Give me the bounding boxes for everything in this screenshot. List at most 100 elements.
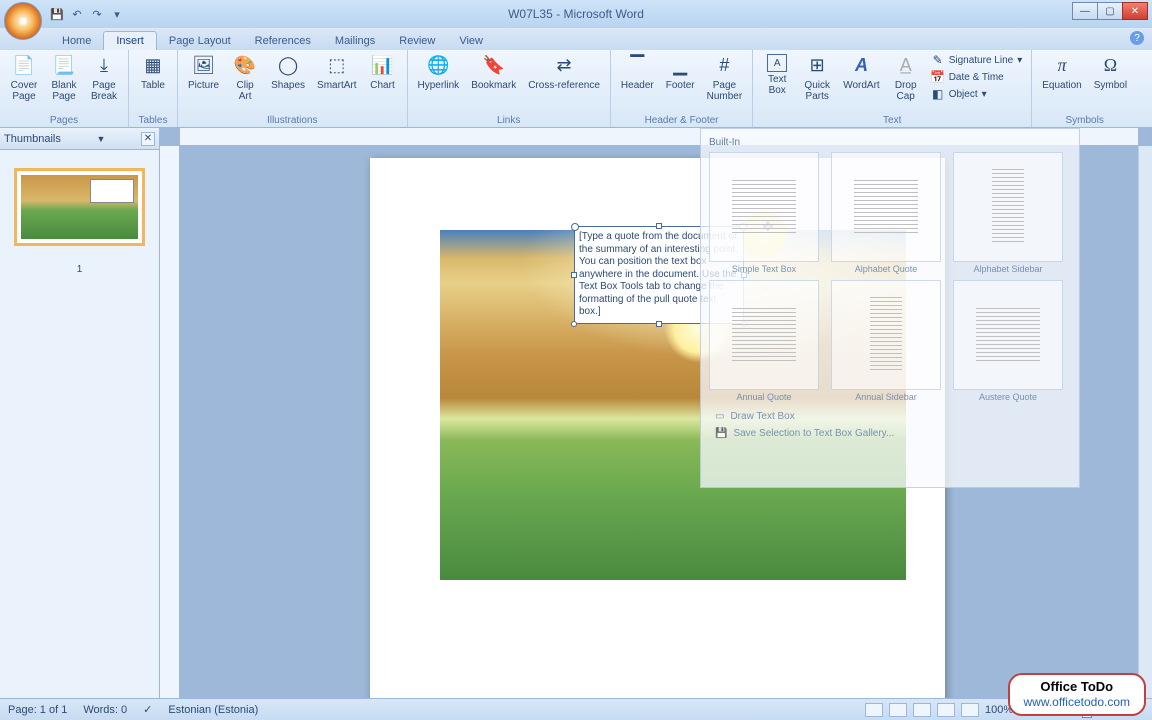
gallery-item-austere-quote[interactable]: Austere Quote xyxy=(953,280,1063,402)
chevron-down-icon: ▾ xyxy=(1017,55,1022,66)
chart-button[interactable]: 📊Chart xyxy=(365,52,401,93)
wordart-button[interactable]: AWordArt xyxy=(839,52,884,93)
gallery-item-annual-quote[interactable]: Annual Quote xyxy=(709,280,819,402)
symbol-button[interactable]: ΩSymbol xyxy=(1090,52,1131,93)
tables-group-label: Tables xyxy=(135,114,171,127)
calendar-icon: 📅 xyxy=(931,70,945,84)
hyperlink-label: Hyperlink xyxy=(418,80,460,91)
tab-mailings[interactable]: Mailings xyxy=(323,32,387,50)
gallery-caption: Alphabet Quote xyxy=(831,264,941,274)
office-button[interactable]: ⊞ xyxy=(4,2,42,40)
draft-view-button[interactable] xyxy=(961,703,979,717)
bookmark-button[interactable]: 🔖Bookmark xyxy=(467,52,520,93)
chevron-down-icon[interactable]: ▼ xyxy=(96,134,105,144)
pagenumber-button[interactable]: #Page Number xyxy=(703,52,747,104)
tab-references[interactable]: References xyxy=(243,32,323,50)
fullscreen-view-button[interactable] xyxy=(889,703,907,717)
thumbnail-page-1[interactable] xyxy=(14,168,145,246)
object-icon: ◧ xyxy=(931,87,945,101)
tab-insert[interactable]: Insert xyxy=(103,31,157,50)
thumbnail-page-number: 1 xyxy=(0,264,159,275)
print-layout-view-button[interactable] xyxy=(865,703,883,717)
datetime-button[interactable]: 📅 Date & Time xyxy=(928,69,1026,85)
save-icon[interactable]: 💾 xyxy=(50,7,64,21)
resize-handle[interactable] xyxy=(656,321,662,327)
signature-line-label: Signature Line xyxy=(949,55,1014,66)
thumbnail-image xyxy=(21,175,138,239)
vertical-ruler[interactable] xyxy=(160,146,180,698)
gallery-item-simple[interactable]: Simple Text Box xyxy=(709,152,819,274)
shapes-button[interactable]: ◯Shapes xyxy=(267,52,309,93)
signature-icon: ✎ xyxy=(931,53,945,67)
gallery-caption: Annual Sidebar xyxy=(831,392,941,402)
web-layout-view-button[interactable] xyxy=(913,703,931,717)
help-icon[interactable]: ? xyxy=(1130,31,1144,45)
redo-icon[interactable]: ↷ xyxy=(90,7,104,21)
maximize-button[interactable]: ▢ xyxy=(1097,2,1123,20)
quickparts-button[interactable]: ⊞Quick Parts xyxy=(799,52,835,104)
pages-group-label: Pages xyxy=(6,114,122,127)
resize-handle[interactable] xyxy=(656,223,662,229)
resize-handle[interactable] xyxy=(571,272,577,278)
resize-handle[interactable] xyxy=(571,321,577,327)
page-break-button[interactable]: ⤓Page Break xyxy=(86,52,122,104)
symbol-label: Symbol xyxy=(1094,80,1127,91)
equation-label: Equation xyxy=(1042,80,1081,91)
table-label: Table xyxy=(141,80,165,91)
object-button[interactable]: ◧Object▾ xyxy=(928,86,1026,102)
status-language[interactable]: Estonian (Estonia) xyxy=(168,704,258,716)
save-selection-menuitem[interactable]: 💾Save Selection to Text Box Gallery... xyxy=(709,425,1071,442)
tab-home[interactable]: Home xyxy=(50,32,103,50)
table-button[interactable]: ▦Table xyxy=(135,52,171,93)
quickparts-label: Quick Parts xyxy=(804,80,830,102)
equation-button[interactable]: πEquation xyxy=(1038,52,1085,93)
gallery-item-annual-sidebar[interactable]: Annual Sidebar xyxy=(831,280,941,402)
proofing-icon[interactable]: ✓ xyxy=(143,703,152,716)
gallery-section-label: Built-In xyxy=(709,137,1071,148)
tab-review[interactable]: Review xyxy=(387,32,447,50)
gallery-caption: Austere Quote xyxy=(953,392,1063,402)
shapes-label: Shapes xyxy=(271,80,305,91)
textbox-button[interactable]: AText Box xyxy=(759,52,795,98)
footer-button[interactable]: ▁Footer xyxy=(662,52,699,93)
vertical-scrollbar[interactable] xyxy=(1138,146,1152,698)
cover-page-label: Cover Page xyxy=(11,80,38,102)
qat-more-icon[interactable]: ▾ xyxy=(110,7,124,21)
smartart-label: SmartArt xyxy=(317,80,356,91)
tab-page-layout[interactable]: Page Layout xyxy=(157,32,243,50)
dropcap-button[interactable]: A̲Drop Cap xyxy=(888,52,924,104)
draw-textbox-menuitem[interactable]: ▭Draw Text Box xyxy=(709,408,1071,425)
blank-page-button[interactable]: 📃Blank Page xyxy=(46,52,82,104)
gallery-item-alphabet-sidebar[interactable]: Alphabet Sidebar xyxy=(953,152,1063,274)
clipart-button[interactable]: 🎨Clip Art xyxy=(227,52,263,104)
chevron-down-icon: ▾ xyxy=(982,89,987,100)
hyperlink-button[interactable]: 🌐Hyperlink xyxy=(414,52,464,93)
smartart-button[interactable]: ⬚SmartArt xyxy=(313,52,360,93)
page-break-label: Page Break xyxy=(91,80,117,102)
crossref-button[interactable]: ⇄Cross-reference xyxy=(524,52,604,93)
undo-icon[interactable]: ↶ xyxy=(70,7,84,21)
clipart-label: Clip Art xyxy=(237,80,254,102)
gallery-caption: Simple Text Box xyxy=(709,264,819,274)
status-page[interactable]: Page: 1 of 1 xyxy=(8,704,67,716)
minimize-button[interactable]: — xyxy=(1072,2,1098,20)
cover-page-button[interactable]: 📄Cover Page xyxy=(6,52,42,104)
close-thumbnails-button[interactable]: ✕ xyxy=(141,132,155,146)
header-button[interactable]: ▔Header xyxy=(617,52,658,93)
picture-button[interactable]: 🖼Picture xyxy=(184,52,223,93)
close-button[interactable]: ✕ xyxy=(1122,2,1148,20)
window-title: W07L35 - Microsoft Word xyxy=(508,7,644,21)
signature-line-button[interactable]: ✎ Signature Line▾ xyxy=(928,52,1026,68)
branding-url[interactable]: www.officetodo.com xyxy=(1024,695,1131,709)
thumbnails-title: Thumbnails xyxy=(4,133,61,145)
datetime-label: Date & Time xyxy=(949,72,1004,83)
dropcap-label: Drop Cap xyxy=(895,80,917,102)
outline-view-button[interactable] xyxy=(937,703,955,717)
blank-page-label: Blank Page xyxy=(51,80,76,102)
status-words[interactable]: Words: 0 xyxy=(83,704,127,716)
tab-view[interactable]: View xyxy=(447,32,495,50)
gallery-item-alphabet-quote[interactable]: Alphabet Quote xyxy=(831,152,941,274)
save-icon: 💾 xyxy=(715,428,727,439)
wordart-label: WordArt xyxy=(843,80,880,91)
draw-textbox-label: Draw Text Box xyxy=(730,411,794,422)
